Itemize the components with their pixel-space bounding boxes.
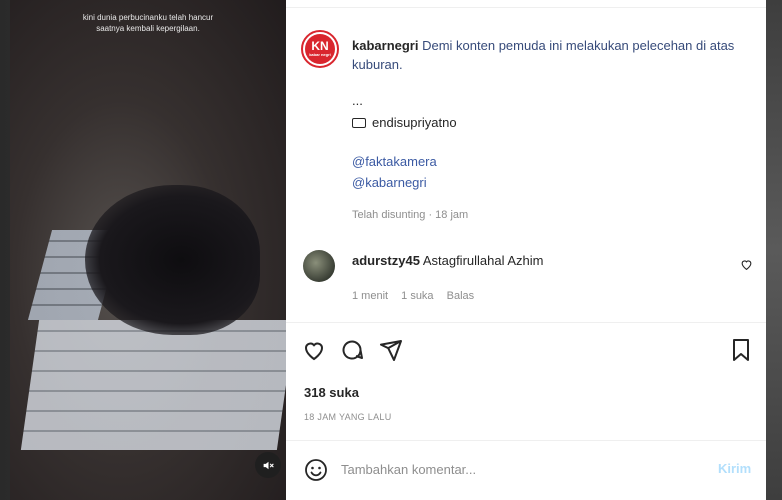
divider [286,440,766,441]
comment-button[interactable] [340,338,364,367]
share-button[interactable] [379,338,403,367]
comment-icon [342,340,363,360]
comment-time[interactable]: 1 menit [352,290,388,302]
save-button[interactable] [730,338,752,367]
logo-subtext: kabar negri [309,52,331,57]
camera-icon [352,118,366,128]
commenter-username[interactable]: adurstzy45 [352,253,420,268]
comment-input[interactable] [341,458,701,480]
mention-link[interactable]: @faktakamera [352,153,437,170]
video-caption-line: saatnya kembali kepergilaan. [96,24,200,33]
heart-icon [741,260,752,271]
comment-text: Astagfirullahal Azhim [422,253,544,268]
logo-text: KN [311,39,329,53]
post-comment-button[interactable]: Kirim [718,461,751,476]
backdrop-next-post-edge [766,0,782,500]
comment-meta: 1 menit 1 suka Balas [352,288,484,305]
bookmark-icon [733,339,749,361]
divider [286,322,766,323]
video-caption-line: kini dunia perbucinanku telah hancur [82,13,214,22]
mute-button[interactable] [255,452,281,478]
brand-logo: KN kabar negri [305,34,335,64]
emoji-button[interactable] [304,458,328,487]
comment-likes[interactable]: 1 suka [401,290,433,302]
muted-speaker-icon [263,461,274,469]
post-caption: kabarnegri Demi konten pemuda ini melaku… [352,36,752,74]
credit-username: endisupriyatno [372,115,457,130]
like-button[interactable] [302,338,326,367]
video-caption-overlay: kini dunia perbucinanku telah hancur saa… [10,12,286,34]
comment-like-button[interactable] [740,258,753,276]
edited-timestamp: Telah disunting · 18 jam [352,209,469,221]
heart-icon [304,342,324,361]
caption-ellipsis: ... [352,93,363,108]
like-count[interactable]: 318 suka [304,385,359,400]
mention-link[interactable]: @kabarnegri [352,174,427,191]
post-details-panel: KN kabar negri kabarnegri Demi konten pe… [286,0,766,500]
comment: adurstzy45 Astagfirullahal Azhim [352,252,544,269]
video-scene-person [85,185,260,335]
emoji-icon [305,459,327,481]
divider [286,7,766,8]
reply-button[interactable]: Balas [447,290,475,302]
video-credit: endisupriyatno [352,114,457,131]
send-icon [380,340,402,361]
video-scene-grave [20,320,286,450]
commenter-avatar[interactable] [303,250,335,282]
author-avatar[interactable]: KN kabar negri [301,30,339,68]
author-username[interactable]: kabarnegri [352,38,418,53]
post-video[interactable]: kini dunia perbucinanku telah hancur saa… [10,0,286,500]
post-timestamp: 18 JAM YANG LALU [304,412,392,422]
